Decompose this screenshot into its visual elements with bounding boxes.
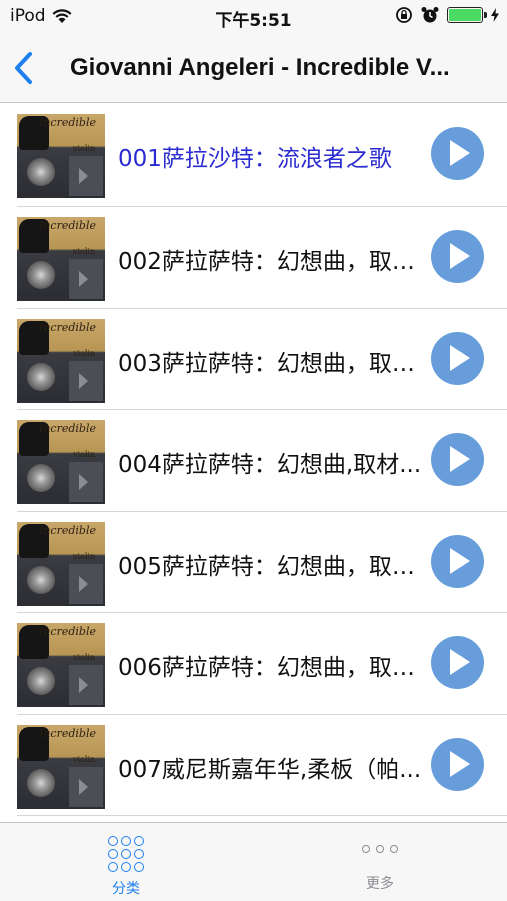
chevron-left-icon[interactable] bbox=[10, 50, 40, 86]
tab-more[interactable]: 更多 bbox=[320, 831, 440, 893]
tab-more-label: 更多 bbox=[366, 876, 394, 892]
rotation-lock-icon bbox=[396, 7, 412, 23]
tab-category[interactable]: 分类 bbox=[66, 831, 186, 898]
tab-category-label: 分类 bbox=[112, 881, 140, 897]
list-item[interactable]: Incredible violin 003萨拉萨特：幻想曲，取材... bbox=[17, 309, 507, 410]
navigation-bar: Giovanni Angeleri - Incredible V... bbox=[0, 34, 507, 103]
album-cover: Incredible violin bbox=[17, 521, 105, 606]
album-cover: Incredible violin bbox=[17, 420, 105, 504]
track-title: 005萨拉萨特：幻想曲，取材... bbox=[118, 553, 428, 580]
play-icon[interactable] bbox=[431, 737, 484, 791]
alarm-icon bbox=[421, 7, 439, 23]
album-cover: Incredible violin bbox=[17, 217, 105, 301]
play-icon[interactable] bbox=[431, 127, 484, 180]
play-icon[interactable] bbox=[431, 331, 484, 385]
track-title: 007威尼斯嘉年华,柔板（帕... bbox=[118, 756, 422, 783]
play-icon[interactable] bbox=[431, 230, 484, 283]
grid-icon bbox=[108, 836, 144, 872]
track-title: 002萨拉萨特：幻想曲，取材... bbox=[118, 249, 428, 275]
track-title: 006萨拉萨特：幻想曲，取材... bbox=[118, 655, 428, 681]
album-cover: Incredible violin bbox=[17, 318, 105, 403]
list-item[interactable]: Incredible violin 005萨拉萨特：幻想曲，取材... bbox=[17, 512, 507, 613]
play-icon[interactable] bbox=[431, 433, 484, 486]
play-icon[interactable] bbox=[431, 534, 484, 588]
status-right bbox=[395, 6, 499, 24]
album-cover: Incredible violin bbox=[17, 724, 105, 809]
list-item[interactable]: Incredible violin 002萨拉萨特：幻想曲，取材... bbox=[17, 207, 507, 309]
list-item[interactable]: Incredible violin 004萨拉萨特：幻想曲,取材... bbox=[17, 410, 507, 512]
charging-icon bbox=[491, 8, 499, 22]
play-icon[interactable] bbox=[431, 636, 484, 689]
album-cover: Incredible violin bbox=[17, 114, 105, 198]
list-item[interactable]: Incredible violin 006萨拉萨特：幻想曲，取材... bbox=[17, 613, 507, 715]
album-cover: Incredible violin bbox=[17, 623, 105, 707]
track-list[interactable]: Incredible violin 001萨拉沙特：流浪者之歌 Incredible v… bbox=[0, 104, 507, 822]
more-icon bbox=[362, 845, 398, 853]
battery-icon bbox=[447, 7, 487, 23]
track-title: 004萨拉萨特：幻想曲,取材... bbox=[118, 452, 422, 478]
list-item[interactable]: Incredible violin 007威尼斯嘉年华,柔板（帕... bbox=[17, 715, 507, 816]
list-item[interactable]: Incredible violin 001萨拉沙特：流浪者之歌 bbox=[17, 104, 507, 207]
tab-bar: 分类 更多 bbox=[0, 822, 507, 901]
page-title: Giovanni Angeleri - Incredible V... bbox=[70, 54, 450, 81]
status-bar: iPod 下午5:51 bbox=[0, 0, 507, 34]
track-title: 001萨拉沙特：流浪者之歌 bbox=[118, 146, 392, 172]
track-title: 003萨拉萨特：幻想曲，取材... bbox=[118, 350, 428, 377]
